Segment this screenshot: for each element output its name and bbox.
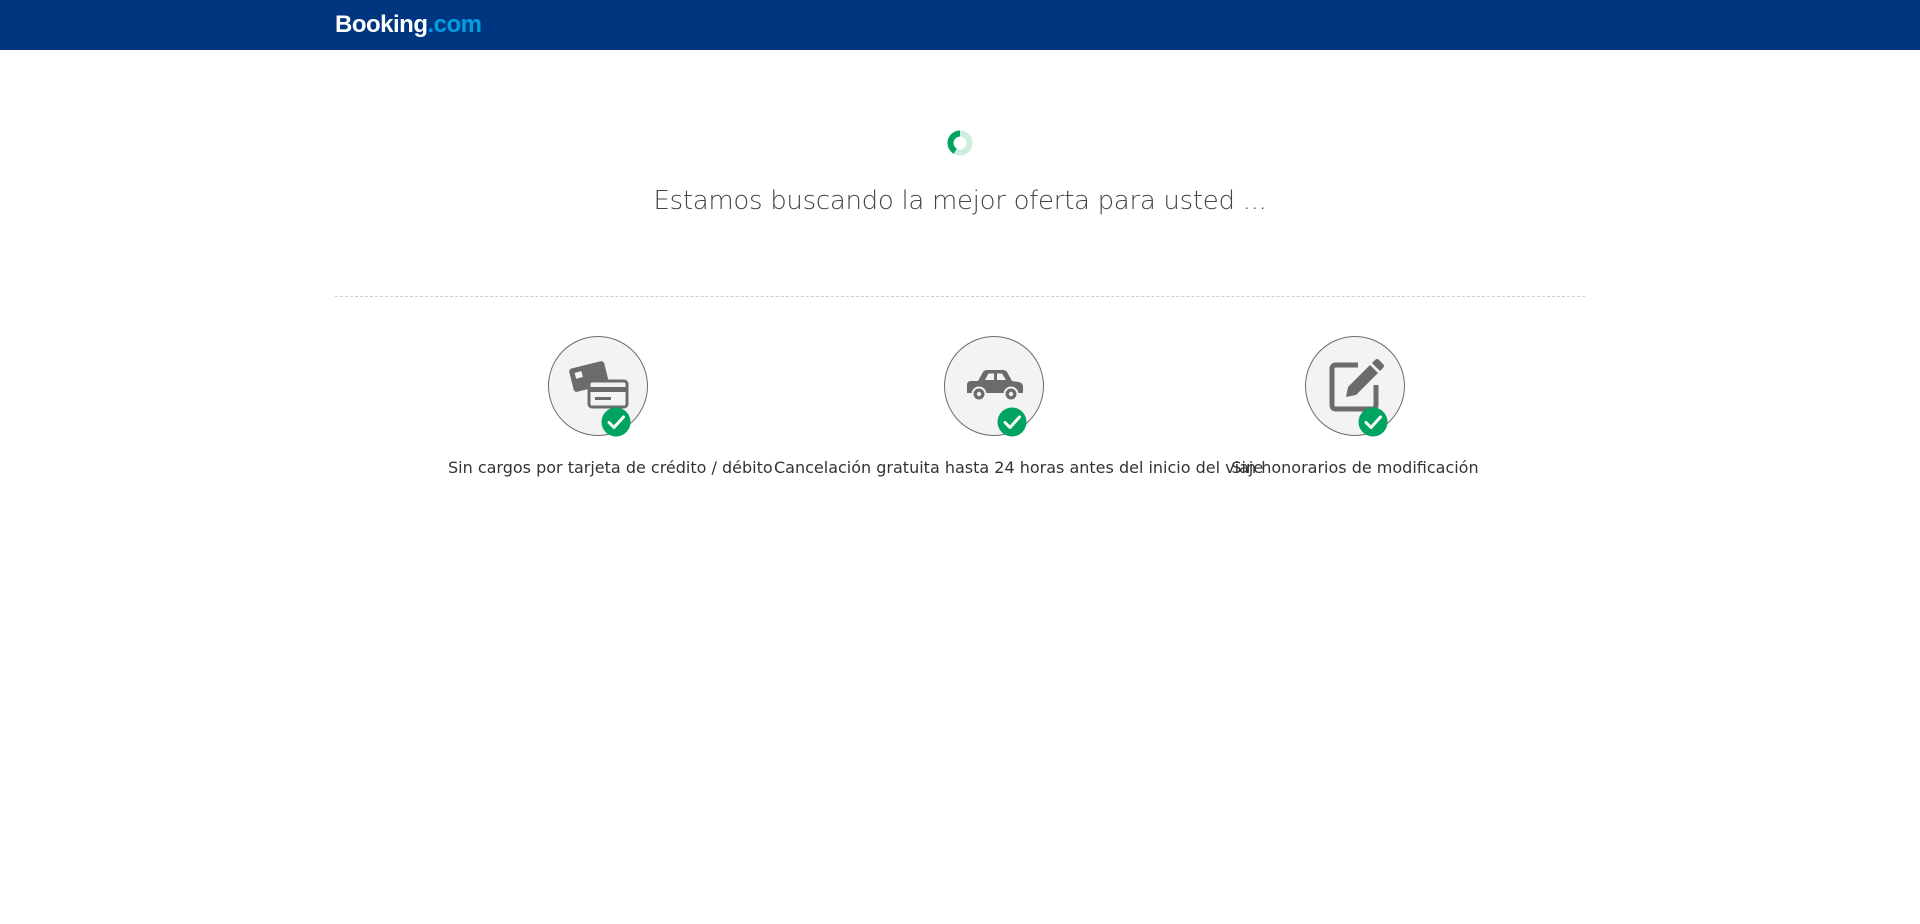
feature-label: Cancelación gratuita hasta 24 horas ante…: [774, 458, 1264, 477]
feature-no-modification-fees: Sin honorarios de modificación: [1205, 336, 1505, 477]
loading-spinner-icon: [947, 130, 973, 156]
loading-message: Estamos buscando la mejor oferta para us…: [653, 186, 1267, 216]
logo-main: Booking: [335, 11, 428, 38]
feature-icon-circle: [548, 336, 648, 437]
booking-logo[interactable]: Booking.com: [335, 10, 482, 40]
feature-icon-circle: [1305, 336, 1405, 437]
car-icon: [967, 370, 1023, 402]
feature-no-card-fees: Sin cargos por tarjeta de crédito / débi…: [448, 336, 773, 477]
feature-icon-circle: [944, 336, 1044, 437]
edit-icon: [1329, 359, 1384, 412]
check-icon: [1358, 407, 1388, 437]
feature-label: Sin cargos por tarjeta de crédito / débi…: [448, 458, 773, 477]
divider: [335, 296, 1585, 297]
top-bar: Booking.com: [0, 0, 1920, 50]
feature-label: Sin honorarios de modificación: [1231, 458, 1479, 477]
feature-free-cancellation: Cancelación gratuita hasta 24 horas ante…: [774, 336, 1264, 477]
logo-suffix: .com: [427, 11, 483, 38]
credit-card-icon: [569, 361, 629, 409]
check-icon: [997, 407, 1027, 437]
check-icon: [601, 407, 631, 437]
